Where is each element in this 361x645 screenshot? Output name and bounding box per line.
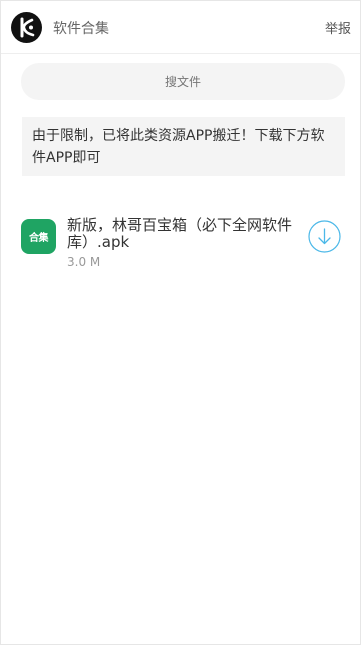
page-title: 软件合集 — [53, 21, 109, 37]
header: 软件合集 举报 — [1, 1, 360, 54]
search-input[interactable] — [21, 63, 345, 100]
notice-banner: 由于限制，已将此类资源APP搬迁！下载下方软件APP即可 — [22, 117, 345, 176]
file-size: 3.0 M — [67, 255, 101, 269]
file-name[interactable]: 新版，林哥百宝箱（必下全网软件库）.apk — [67, 217, 315, 251]
brand-logo-icon[interactable] — [11, 12, 42, 43]
download-icon[interactable] — [308, 220, 341, 253]
app-icon: 合集 — [21, 219, 56, 254]
report-link[interactable]: 举报 — [325, 18, 351, 37]
file-list-item[interactable]: 合集 新版，林哥百宝箱（必下全网软件库）.apk 3.0 M — [21, 217, 343, 273]
page-frame: 软件合集 举报 由于限制，已将此类资源APP搬迁！下载下方软件APP即可 合集 … — [0, 0, 361, 645]
